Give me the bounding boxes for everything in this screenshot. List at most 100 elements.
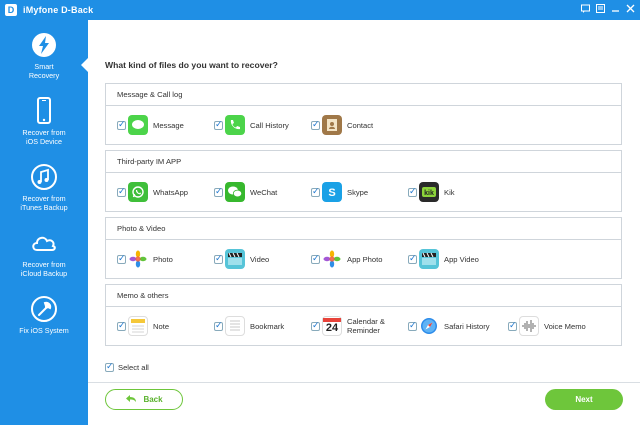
checkbox[interactable] xyxy=(311,187,320,197)
file-type-label: Bookmark xyxy=(250,321,285,331)
checkbox[interactable] xyxy=(508,321,517,331)
sidebar-item-label: Recover from iTunes Backup xyxy=(20,194,68,212)
file-type-label: Video xyxy=(250,254,270,264)
file-type-group-im: Third-party IM APP WhatsApp WeChat S xyxy=(105,150,622,212)
message-icon[interactable] xyxy=(580,3,591,14)
sidebar-item-itunes-backup[interactable]: Recover from iTunes Backup xyxy=(0,162,88,226)
select-all-checkbox[interactable]: Select all xyxy=(105,362,149,372)
app-photo-icon xyxy=(322,249,342,269)
file-type-label: Photo xyxy=(153,254,173,264)
group-title: Photo & Video xyxy=(106,218,621,240)
app-video-icon xyxy=(419,249,439,269)
checkbox[interactable] xyxy=(311,120,320,130)
file-type-kik[interactable]: kik Kik xyxy=(408,181,455,203)
file-type-message[interactable]: Message xyxy=(117,114,184,136)
back-button[interactable]: Back xyxy=(105,389,183,410)
divider xyxy=(88,382,640,383)
sidebar-item-label: Recover from iCloud Backup xyxy=(20,260,68,278)
checkbox[interactable] xyxy=(408,187,417,197)
sidebar-item-label: Fix iOS System xyxy=(19,326,69,335)
file-type-label: Calendar & Reminder xyxy=(347,317,385,335)
group-title: Memo & others xyxy=(106,285,621,307)
main-panel: What kind of files do you want to recove… xyxy=(88,20,640,425)
file-type-label: App Photo xyxy=(347,254,383,264)
file-type-group-memo: Memo & others Note Bookmark 2 xyxy=(105,284,622,346)
file-type-label: Call History xyxy=(250,120,289,130)
checkbox[interactable] xyxy=(214,187,223,197)
svg-text:kik: kik xyxy=(424,190,434,197)
checkbox[interactable] xyxy=(117,187,126,197)
checkbox[interactable] xyxy=(117,120,126,130)
file-type-group-photo-video: Photo & Video Photo Video xyxy=(105,217,622,279)
file-type-label: Contact xyxy=(347,120,374,130)
sidebar-item-fix-ios-system[interactable]: Fix iOS System xyxy=(0,294,88,358)
svg-text:S: S xyxy=(328,187,335,199)
file-type-label: WhatsApp xyxy=(153,187,189,197)
contacts-icon xyxy=(322,115,342,135)
file-type-contact[interactable]: Contact xyxy=(311,114,373,136)
file-type-note[interactable]: Note xyxy=(117,315,169,337)
calendar-day: 24 xyxy=(325,321,339,334)
window-controls xyxy=(580,3,636,14)
file-type-voice-memo[interactable]: Voice Memo xyxy=(508,315,586,337)
file-type-call-history[interactable]: Call History xyxy=(214,114,289,136)
title-bar: D iMyfone D-Back xyxy=(0,0,640,20)
voice-memo-icon xyxy=(519,316,539,336)
bookmark-icon xyxy=(225,316,245,336)
music-note-icon xyxy=(29,162,59,192)
skype-icon: S xyxy=(322,182,342,202)
file-type-label: Skype xyxy=(347,187,369,197)
file-type-bookmark[interactable]: Bookmark xyxy=(214,315,284,337)
file-type-calendar-reminder[interactable]: 24 Calendar & Reminder xyxy=(311,315,385,337)
checkbox[interactable] xyxy=(311,254,320,264)
safari-icon xyxy=(419,316,439,336)
checkbox[interactable] xyxy=(214,321,223,331)
file-type-safari-history[interactable]: Safari History xyxy=(408,315,490,337)
settings-icon[interactable] xyxy=(595,3,606,14)
file-type-photo[interactable]: Photo xyxy=(117,248,173,270)
wrench-icon xyxy=(29,294,59,324)
file-type-skype[interactable]: S Skype xyxy=(311,181,368,203)
back-arrow-icon xyxy=(125,394,137,405)
next-button[interactable]: Next xyxy=(545,389,623,410)
checkbox[interactable] xyxy=(105,362,114,372)
sidebar-item-icloud-backup[interactable]: Recover from iCloud Backup xyxy=(0,228,88,292)
file-type-app-photo[interactable]: App Photo xyxy=(311,248,382,270)
select-all-label: Select all xyxy=(118,363,149,372)
checkbox[interactable] xyxy=(311,321,320,331)
lightning-icon xyxy=(29,30,59,60)
message-icon xyxy=(128,115,148,135)
file-type-app-video[interactable]: App Video xyxy=(408,248,479,270)
file-type-label: App Video xyxy=(444,254,479,264)
close-icon[interactable] xyxy=(625,3,636,14)
whatsapp-icon xyxy=(128,182,148,202)
file-type-label: WeChat xyxy=(250,187,278,197)
file-type-label: Note xyxy=(153,321,170,331)
file-type-label: Safari History xyxy=(444,321,490,331)
checkbox[interactable] xyxy=(408,254,417,264)
sidebar-item-label: Smart Recovery xyxy=(28,62,60,80)
file-type-label: Voice Memo xyxy=(544,321,586,331)
group-title: Message & Call log xyxy=(106,84,621,106)
phone-icon xyxy=(225,115,245,135)
app-title: iMyfone D-Back xyxy=(23,5,94,15)
sidebar: Smart Recovery Recover from iOS Device R… xyxy=(0,20,89,425)
checkbox[interactable] xyxy=(408,321,417,331)
checkbox[interactable] xyxy=(117,321,126,331)
checkbox[interactable] xyxy=(117,254,126,264)
file-type-wechat[interactable]: WeChat xyxy=(214,181,277,203)
sidebar-item-ios-device[interactable]: Recover from iOS Device xyxy=(0,96,88,160)
minimize-icon[interactable] xyxy=(610,3,621,14)
page-title: What kind of files do you want to recove… xyxy=(105,60,278,70)
app-logo: D xyxy=(5,4,17,16)
checkbox[interactable] xyxy=(214,254,223,264)
photos-icon xyxy=(128,249,148,269)
sidebar-item-smart-recovery[interactable]: Smart Recovery xyxy=(0,30,89,94)
notes-icon xyxy=(128,316,148,336)
file-type-label: Kik xyxy=(444,187,455,197)
file-type-whatsapp[interactable]: WhatsApp xyxy=(117,181,188,203)
group-title: Third-party IM APP xyxy=(106,151,621,173)
sidebar-item-label: Recover from iOS Device xyxy=(22,128,66,146)
file-type-video[interactable]: Video xyxy=(214,248,269,270)
checkbox[interactable] xyxy=(214,120,223,130)
